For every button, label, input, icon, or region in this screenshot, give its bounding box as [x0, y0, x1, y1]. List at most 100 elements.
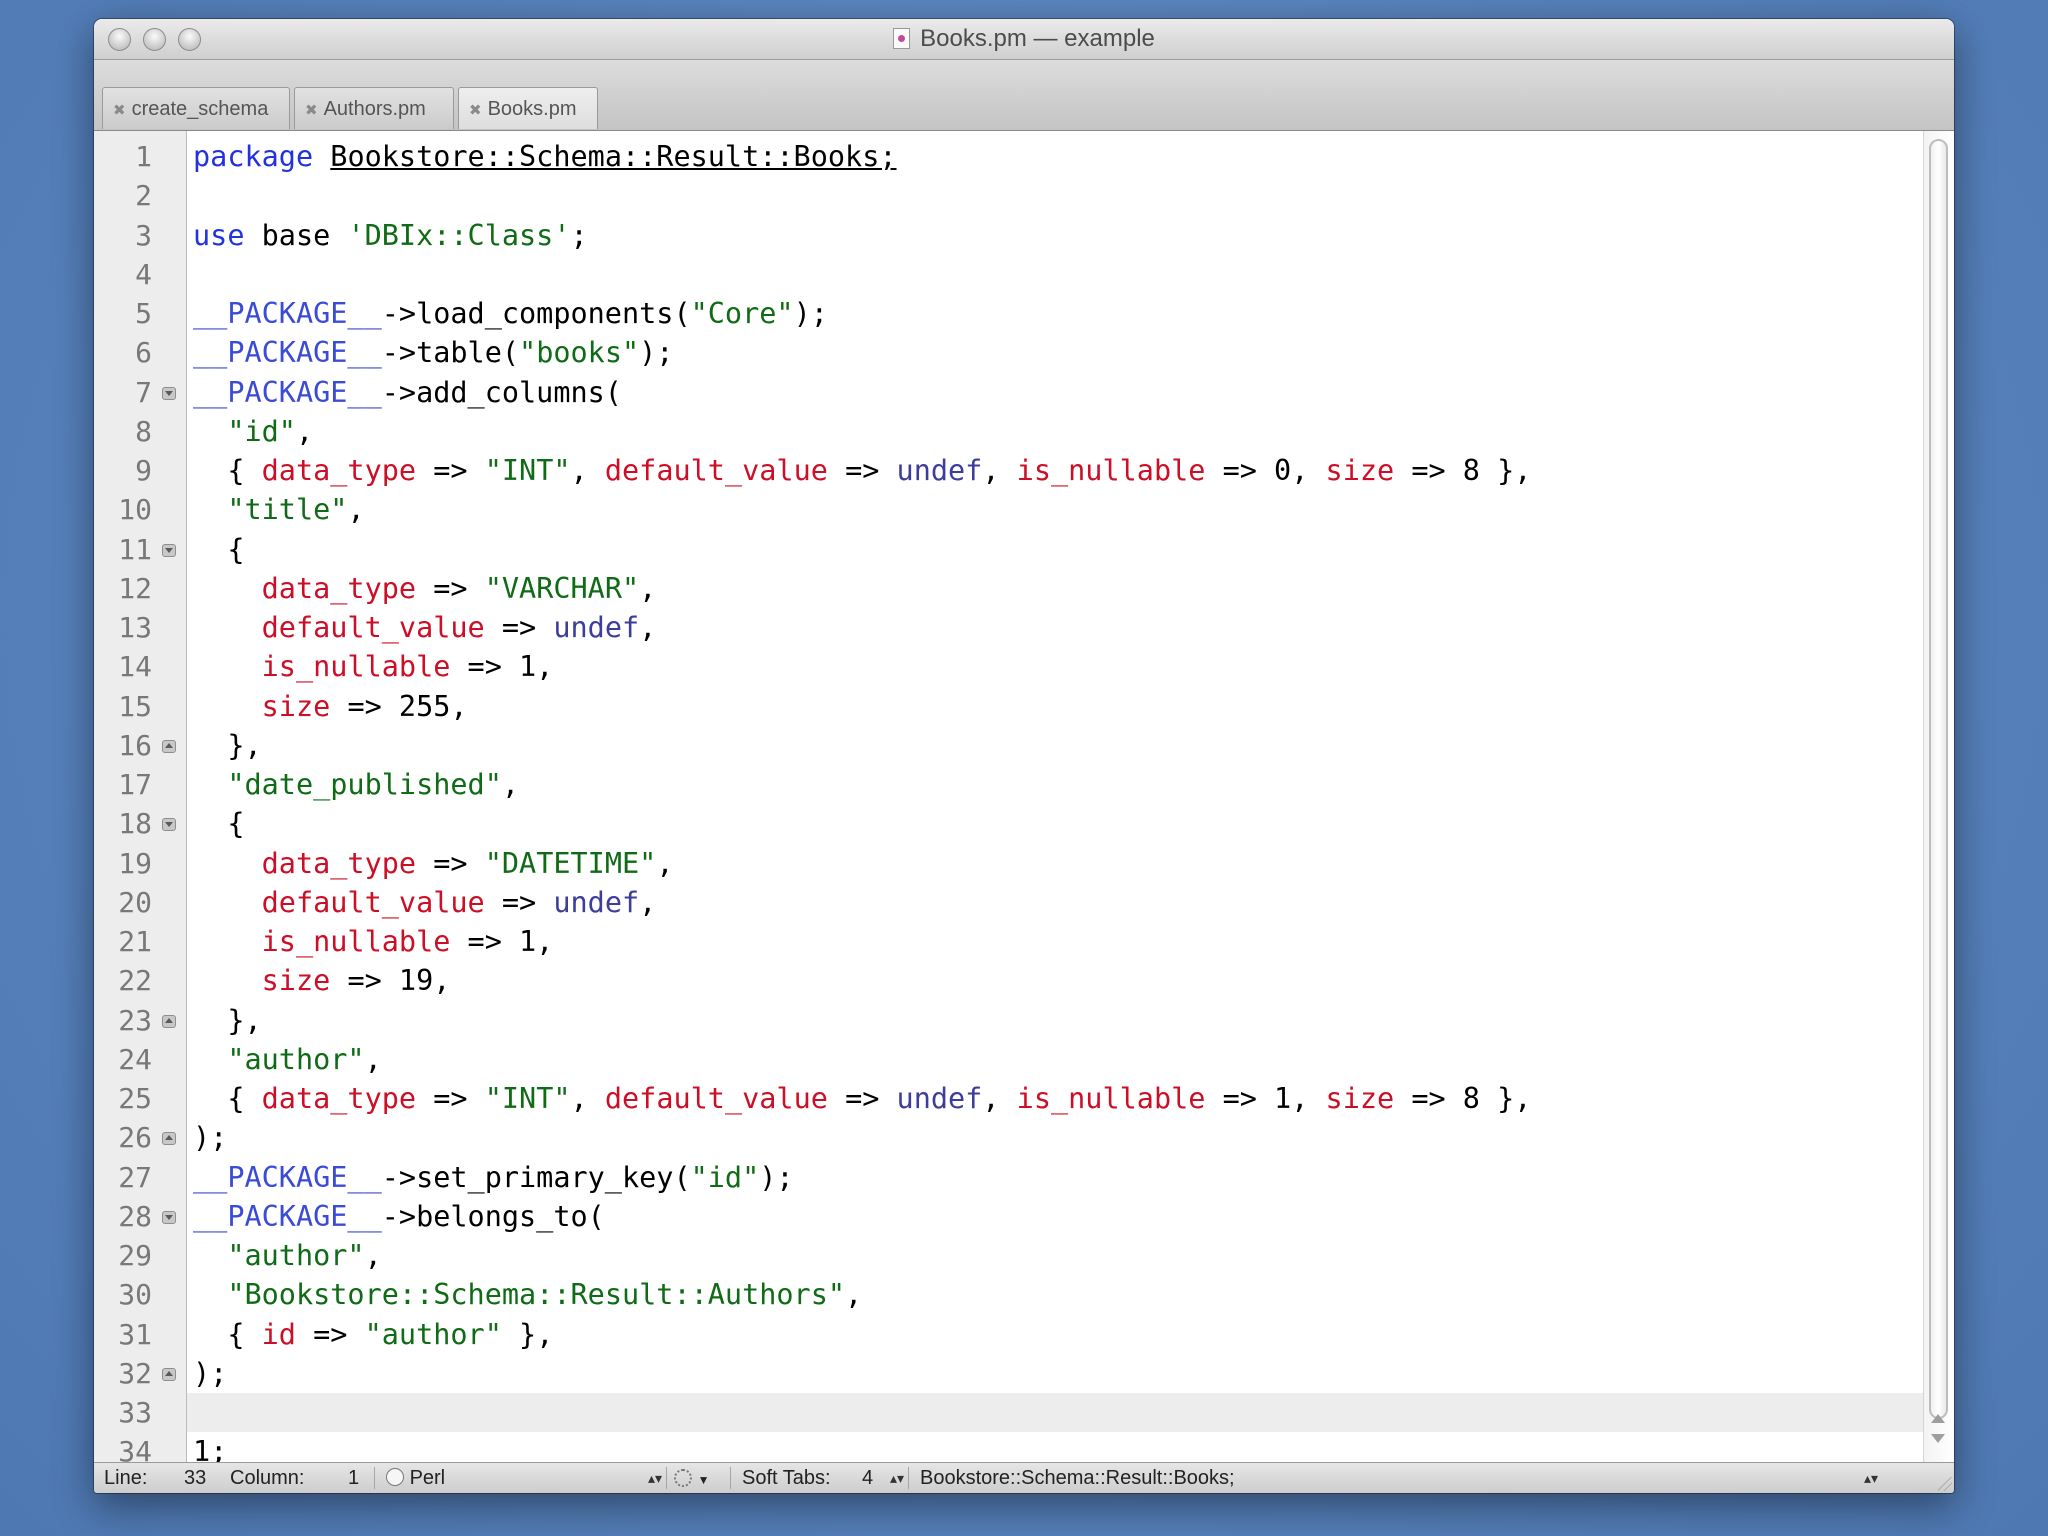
- line-number: 21: [118, 925, 152, 958]
- gear-icon: [674, 1469, 692, 1487]
- line-number: 9: [135, 454, 152, 487]
- chevron-updown-icon[interactable]: ▴▾: [1864, 1463, 1878, 1493]
- code-line[interactable]: package Bookstore::Schema::Result::Books…: [193, 137, 1924, 176]
- language-label: Perl: [409, 1467, 446, 1489]
- tab-label: Books.pm: [487, 98, 577, 120]
- line-number: 25: [118, 1082, 152, 1115]
- code-line[interactable]: is_nullable => 1,: [193, 647, 1924, 686]
- line-number: 23: [118, 1003, 152, 1037]
- editor-window: Books.pm — example ✖ create_schema ✖ Autho…: [94, 19, 1954, 1493]
- perl-document-icon: [893, 28, 911, 49]
- divider: [908, 1467, 909, 1489]
- tab-label: create_schema: [131, 98, 269, 120]
- title-bar[interactable]: Books.pm — example: [94, 19, 1954, 60]
- code-line[interactable]: __PACKAGE__->belongs_to(: [193, 1197, 1924, 1236]
- close-tab-icon[interactable]: ✖: [113, 102, 126, 119]
- bundle-gear-menu[interactable]: ▼: [674, 1463, 709, 1493]
- fold-end-icon[interactable]: [162, 1367, 176, 1381]
- fold-start-icon[interactable]: [162, 818, 176, 832]
- code-line[interactable]: "id",: [193, 412, 1924, 451]
- code-line[interactable]: { data_type => "INT", default_value => u…: [193, 451, 1924, 490]
- soft-tabs-value[interactable]: 4: [862, 1463, 873, 1493]
- scroll-down-arrow-icon[interactable]: [1931, 1434, 1945, 1443]
- code-line[interactable]: },: [193, 1001, 1924, 1040]
- line-number: 1: [135, 140, 152, 173]
- code-line[interactable]: size => 19,: [193, 961, 1924, 1000]
- vertical-scrollbar[interactable]: [1923, 131, 1954, 1463]
- line-number: 16: [118, 728, 152, 762]
- line-number: 12: [118, 571, 152, 605]
- chevron-updown-icon[interactable]: ▴▾: [648, 1463, 662, 1493]
- line-number: 22: [118, 964, 152, 998]
- code-line[interactable]: use base 'DBIx::Class';: [193, 216, 1924, 255]
- line-number-gutter: 1 2 3 4 5 6 7 8 9 10 11 12 13 14 15 16 17 18 19 20 21 22 23 24 2…: [94, 131, 187, 1468]
- code-line[interactable]: {: [193, 804, 1924, 843]
- soft-tabs-label: Soft Tabs:: [742, 1467, 831, 1489]
- line-number: 5: [135, 297, 152, 330]
- scroll-up-arrow-icon[interactable]: [1931, 1414, 1945, 1423]
- line-label: Line:: [104, 1467, 148, 1489]
- line-number: 26: [118, 1121, 152, 1155]
- chevron-updown-icon[interactable]: ▴▾: [890, 1463, 904, 1493]
- code-line[interactable]: __PACKAGE__->table("books");: [193, 333, 1924, 372]
- window-title: Books.pm — example: [94, 19, 1954, 59]
- line-number: 4: [135, 257, 152, 291]
- code-line[interactable]: "author",: [193, 1236, 1924, 1275]
- fold-end-icon[interactable]: [162, 1132, 176, 1146]
- symbol-selector[interactable]: Bookstore::Schema::Result::Books;: [920, 1463, 1235, 1493]
- code-line[interactable]: "title",: [193, 490, 1924, 529]
- line-number: 28: [118, 1199, 152, 1233]
- line-number: 3: [135, 218, 152, 252]
- line-number: 2: [135, 179, 152, 213]
- tab-create-schema[interactable]: ✖ create_schema: [102, 87, 290, 129]
- line-number: 15: [118, 689, 152, 723]
- chevron-down-icon: ▼: [697, 1473, 710, 1487]
- code-line[interactable]: {: [193, 530, 1924, 569]
- language-selector[interactable]: Perl: [386, 1463, 445, 1493]
- close-tab-icon[interactable]: ✖: [305, 102, 318, 119]
- code-line[interactable]: [187, 1393, 1924, 1432]
- code-line[interactable]: "date_published",: [193, 765, 1924, 804]
- fold-start-icon[interactable]: [162, 1210, 176, 1224]
- tab-books-pm[interactable]: ✖ Books.pm: [458, 87, 598, 129]
- code-line[interactable]: default_value => undef,: [193, 608, 1924, 647]
- tab-authors-pm[interactable]: ✖ Authors.pm: [294, 87, 454, 129]
- code-line[interactable]: },: [193, 726, 1924, 765]
- line-number: 29: [118, 1239, 152, 1272]
- code-editor[interactable]: 1 2 3 4 5 6 7 8 9 10 11 12 13 14 15 16 17 18 19 20 21 22 23 24 2…: [94, 131, 1954, 1468]
- code-line[interactable]: is_nullable => 1,: [193, 922, 1924, 961]
- line-number: 7: [135, 375, 152, 409]
- column-label: Column:: [230, 1467, 305, 1489]
- code-line[interactable]: { data_type => "INT", default_value => u…: [193, 1079, 1924, 1118]
- code-line[interactable]: [193, 176, 1924, 215]
- line-number: 33: [118, 1396, 152, 1429]
- code-line[interactable]: [193, 255, 1924, 294]
- line-number: 13: [118, 611, 152, 644]
- code-line[interactable]: );: [193, 1354, 1924, 1393]
- code-line[interactable]: "author",: [193, 1040, 1924, 1079]
- code-line[interactable]: { id => "author" },: [193, 1315, 1924, 1354]
- fold-start-icon[interactable]: [162, 386, 176, 400]
- code-line[interactable]: __PACKAGE__->load_components("Core");: [193, 294, 1924, 333]
- line-number: 11: [118, 532, 152, 566]
- line-number: 32: [118, 1356, 152, 1390]
- fold-end-icon[interactable]: [162, 739, 176, 753]
- code-line[interactable]: "Bookstore::Schema::Result::Authors",: [193, 1275, 1924, 1314]
- code-line[interactable]: default_value => undef,: [193, 883, 1924, 922]
- code-line[interactable]: data_type => "VARCHAR",: [193, 569, 1924, 608]
- code-line[interactable]: );: [193, 1118, 1924, 1157]
- resize-grip-icon[interactable]: [1938, 1477, 1952, 1491]
- close-tab-icon[interactable]: ✖: [469, 102, 482, 119]
- code-line[interactable]: __PACKAGE__->add_columns(: [193, 373, 1924, 412]
- code-line[interactable]: __PACKAGE__->set_primary_key("id");: [193, 1158, 1924, 1197]
- code-line[interactable]: size => 255,: [193, 687, 1924, 726]
- window-title-text: Books.pm — example: [920, 25, 1155, 52]
- fold-start-icon[interactable]: [162, 543, 176, 557]
- code-line[interactable]: data_type => "DATETIME",: [193, 844, 1924, 883]
- line-number: 19: [118, 846, 152, 880]
- line-number: 24: [118, 1042, 152, 1076]
- fold-end-icon[interactable]: [162, 1014, 176, 1028]
- line-number: 17: [118, 768, 152, 801]
- tab-bar: ✖ create_schema ✖ Authors.pm ✖ Books.pm: [94, 60, 1954, 131]
- scrollbar-thumb[interactable]: [1929, 139, 1948, 1419]
